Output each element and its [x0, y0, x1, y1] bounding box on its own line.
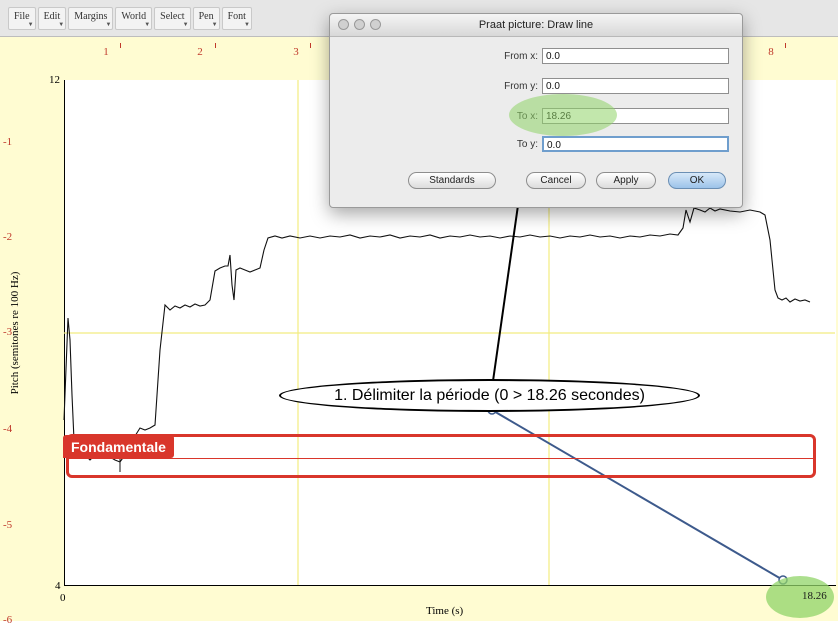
minimize-window-icon[interactable] — [354, 19, 365, 30]
to-x-label: To x: — [516, 110, 538, 122]
cancel-button[interactable]: Cancel — [526, 172, 586, 189]
apply-button[interactable]: Apply — [596, 172, 656, 189]
from-y-row: From y: 0.0 — [478, 78, 729, 94]
from-x-label: From x: — [504, 50, 538, 62]
dialog-title: Praat picture: Draw line — [478, 19, 594, 31]
to-x-row: To x: 18.26 — [478, 108, 729, 124]
fondamentale-label: Fondamentale — [63, 435, 174, 458]
x-axis-max-label: 18.26 — [802, 590, 827, 602]
dialog-titlebar[interactable]: Praat picture: Draw line — [330, 14, 742, 37]
period-callout: 1. Délimiter la période (0 > 18.26 secon… — [279, 379, 700, 412]
from-y-input[interactable]: 0.0 — [542, 78, 729, 94]
standards-button[interactable]: Standards — [408, 172, 496, 189]
from-y-label: From y: — [504, 80, 538, 92]
from-x-row: From x: 0.0 — [478, 48, 729, 64]
draw-line-dialog: Praat picture: Draw line From x: 0.0 Fro… — [329, 13, 743, 208]
to-y-row: To y: 0.0 — [478, 136, 729, 152]
y-axis-max-label: 12 — [49, 74, 60, 86]
to-y-label: To y: — [516, 138, 538, 150]
fondamentale-box — [66, 434, 816, 478]
x-axis-min-label: 0 — [60, 592, 66, 604]
from-x-input[interactable]: 0.0 — [542, 48, 729, 64]
pitch-contour — [63, 207, 811, 463]
window-controls — [338, 19, 381, 30]
ok-button[interactable]: OK — [668, 172, 726, 189]
to-x-input[interactable]: 18.26 — [542, 108, 729, 124]
y-axis-title: Pitch (semitones re 100 Hz) — [9, 271, 21, 395]
close-window-icon[interactable] — [338, 19, 349, 30]
y-axis-min-label: 4 — [55, 580, 61, 592]
period-callout-text: 1. Délimiter la période (0 > 18.26 secon… — [334, 386, 645, 404]
zoom-window-icon[interactable] — [370, 19, 381, 30]
x-axis-title: Time (s) — [426, 605, 464, 617]
to-y-input[interactable]: 0.0 — [542, 136, 729, 152]
